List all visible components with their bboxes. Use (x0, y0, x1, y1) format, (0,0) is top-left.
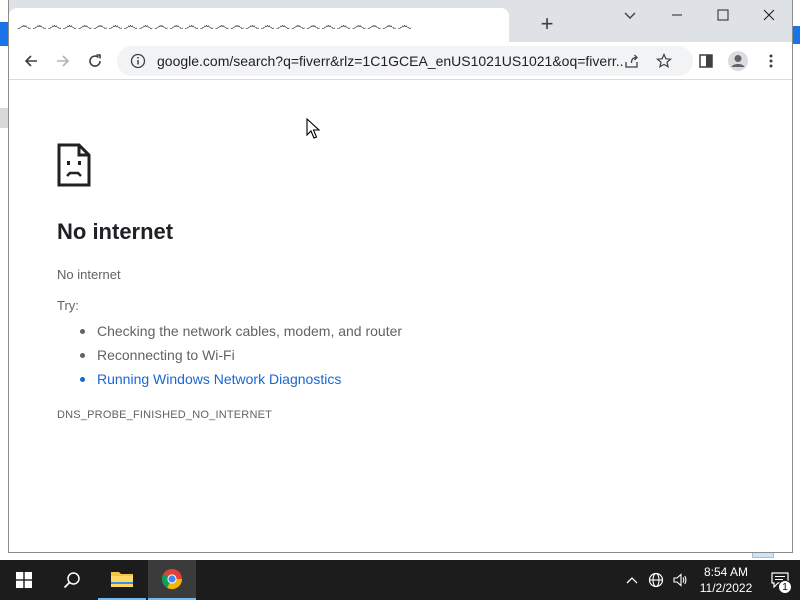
network-button[interactable] (644, 560, 668, 600)
side-panel-button[interactable] (693, 48, 719, 74)
volume-button[interactable] (668, 560, 692, 600)
background-window-edge (0, 22, 8, 46)
share-icon[interactable] (621, 50, 643, 72)
site-info-icon[interactable] (127, 53, 149, 69)
search-icon (63, 572, 80, 589)
suggestion-list: Checking the network cables, modem, and … (57, 319, 402, 391)
chrome-taskbar-button[interactable] (148, 560, 196, 600)
profile-button[interactable] (725, 48, 751, 74)
forward-button[interactable] (50, 48, 76, 74)
suggestion-item: Reconnecting to Wi-Fi (57, 343, 402, 367)
reload-icon (89, 54, 101, 67)
back-arrow-icon (24, 55, 37, 67)
action-center-button[interactable]: 1 (760, 560, 800, 600)
close-button[interactable] (746, 0, 792, 30)
clock-time: 8:54 AM (703, 565, 749, 579)
chevron-up-icon (626, 577, 638, 584)
more-vertical-icon (769, 54, 773, 68)
system-tray: 8:54 AM 11/2/2022 1 (620, 560, 800, 600)
browser-window: ෴෴෴෴෴෴෴෴෴෴෴෴෴෴෴෴෴෴෴෴෴෴෴෴෴෴ + google.com/… (8, 0, 793, 553)
clock[interactable]: 8:54 AM 11/2/2022 (692, 564, 760, 596)
address-bar[interactable]: google.com/search?q=fiverr&rlz=1C1GCEA_e… (117, 46, 693, 76)
maximize-icon (717, 9, 729, 21)
background-window-edge (0, 108, 8, 128)
clock-date: 11/2/2022 (699, 581, 753, 595)
windows-start-icon (16, 572, 32, 588)
tab-strip: ෴෴෴෴෴෴෴෴෴෴෴෴෴෴෴෴෴෴෴෴෴෴෴෴෴෴ + (9, 0, 792, 42)
url-text[interactable]: google.com/search?q=fiverr&rlz=1C1GCEA_e… (157, 53, 623, 69)
notification-count-badge: 1 (778, 580, 792, 594)
maximize-button[interactable] (700, 0, 746, 30)
taskbar-search-button[interactable] (48, 560, 96, 600)
file-explorer-button[interactable] (98, 560, 146, 600)
file-explorer-icon (111, 572, 133, 587)
start-button[interactable] (0, 560, 48, 600)
back-button[interactable] (18, 48, 44, 74)
forward-arrow-icon (57, 55, 70, 67)
network-globe-icon (648, 572, 664, 588)
profile-avatar-icon (728, 51, 748, 71)
error-heading: No internet (57, 219, 174, 244)
chrome-icon (161, 569, 183, 590)
close-icon (763, 9, 775, 21)
background-window-edge (792, 26, 800, 44)
show-hidden-icons-button[interactable] (620, 560, 644, 600)
menu-button[interactable] (758, 48, 784, 74)
minimize-button[interactable] (654, 0, 700, 30)
chevron-down-icon (624, 12, 636, 19)
taskbar: 8:54 AM 11/2/2022 1 (0, 560, 800, 600)
tab-title: ෴෴෴෴෴෴෴෴෴෴෴෴෴෴෴෴෴෴෴෴෴෴෴෴෴෴ (17, 16, 413, 34)
new-tab-button[interactable]: + (537, 12, 557, 36)
network-diagnostics-link[interactable]: Running Windows Network Diagnostics (57, 367, 402, 391)
error-page: No internet No internet Try: Checking th… (9, 81, 792, 551)
browser-tab[interactable]: ෴෴෴෴෴෴෴෴෴෴෴෴෴෴෴෴෴෴෴෴෴෴෴෴෴෴ (9, 8, 509, 42)
tab-search-button[interactable] (619, 6, 641, 26)
minimize-icon (672, 14, 682, 16)
volume-icon (673, 573, 687, 587)
reload-button[interactable] (82, 48, 108, 74)
side-panel-icon (699, 54, 713, 68)
sad-page-icon (57, 143, 91, 187)
browser-toolbar: google.com/search?q=fiverr&rlz=1C1GCEA_e… (9, 42, 792, 80)
error-subtitle: No internet (57, 267, 121, 282)
mouse-cursor-icon (306, 118, 320, 139)
try-label: Try: (57, 298, 79, 313)
suggestion-item: Checking the network cables, modem, and … (57, 319, 402, 343)
error-code: DNS_PROBE_FINISHED_NO_INTERNET (57, 409, 273, 421)
bookmark-star-icon[interactable] (653, 50, 675, 72)
